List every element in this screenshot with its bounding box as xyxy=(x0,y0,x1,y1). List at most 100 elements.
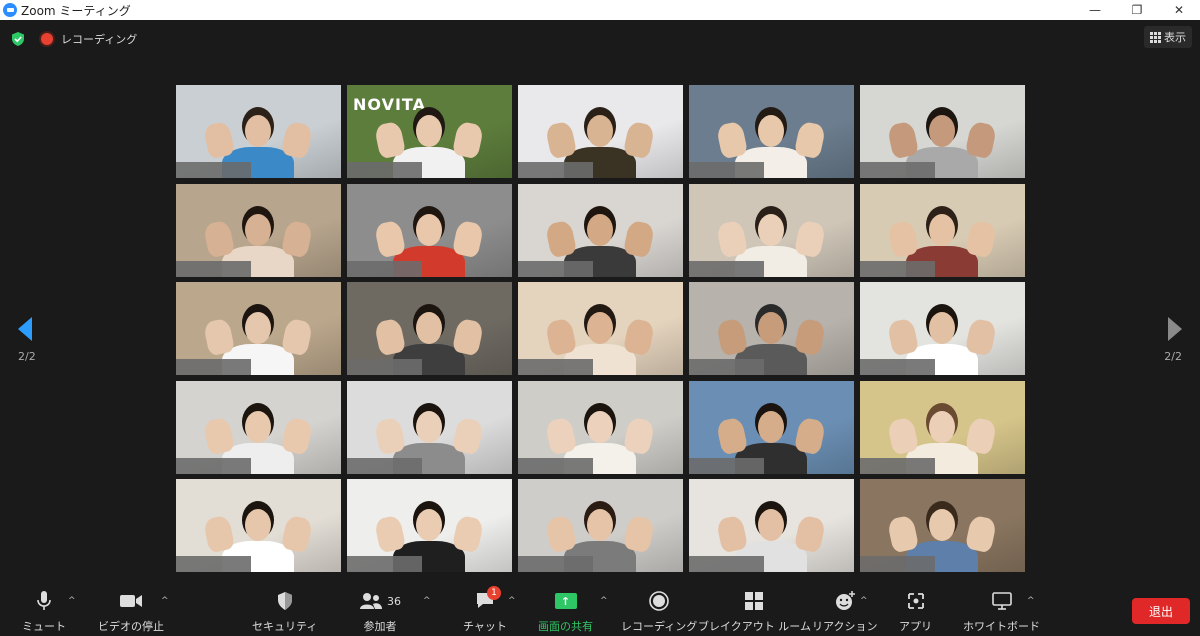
participant-video-tile[interactable] xyxy=(860,479,1025,572)
next-page-arrow-icon[interactable] xyxy=(1166,316,1184,342)
security-button[interactable]: セキュリティ xyxy=(252,590,317,634)
participant-face xyxy=(587,115,613,147)
participant-name-plate xyxy=(176,359,251,375)
reactions-options-caret-icon[interactable]: ^ xyxy=(860,596,868,606)
participant-video-tile[interactable] xyxy=(176,479,341,572)
close-button[interactable]: ✕ xyxy=(1158,0,1200,20)
whiteboard-options-caret-icon[interactable]: ^ xyxy=(1027,596,1035,606)
participant-video-tile[interactable] xyxy=(860,183,1025,277)
participant-face xyxy=(416,410,442,443)
record-button[interactable]: レコーディング xyxy=(621,590,697,634)
participant-video-tile[interactable] xyxy=(176,85,341,178)
participant-name-plate xyxy=(860,359,935,375)
chat-options-caret-icon[interactable]: ^ xyxy=(508,596,516,606)
reactions-smiley-icon xyxy=(835,591,855,610)
share-screen-button[interactable]: ↑ 画面の共有 xyxy=(538,590,593,634)
participant-face xyxy=(416,213,442,246)
participant-video-tile[interactable] xyxy=(860,282,1025,375)
reactions-label: リアクション xyxy=(812,620,878,633)
stop-video-button[interactable]: ビデオの停止 xyxy=(98,590,164,634)
participant-name-plate xyxy=(347,260,422,277)
participant-video-tile[interactable] xyxy=(518,183,683,277)
grid-view-icon xyxy=(1150,32,1161,43)
video-options-caret-icon[interactable]: ^ xyxy=(161,596,169,606)
page-indicator-right: 2/2 xyxy=(1164,350,1182,363)
participant-face xyxy=(758,509,784,541)
participant-video-tile[interactable] xyxy=(689,479,854,572)
participant-face xyxy=(758,410,784,443)
participant-video-tile[interactable] xyxy=(689,85,854,178)
participant-name-plate xyxy=(860,162,935,178)
participant-name-plate xyxy=(518,457,593,474)
participant-video-tile[interactable] xyxy=(347,183,512,277)
restore-button[interactable]: ❐ xyxy=(1116,0,1158,20)
participant-name-plate xyxy=(347,359,422,375)
participant-video-tile[interactable] xyxy=(176,380,341,474)
view-button[interactable]: 表示 xyxy=(1144,26,1192,48)
participants-button[interactable]: 36 参加者 xyxy=(359,590,401,634)
participant-video-tile[interactable] xyxy=(518,282,683,375)
leave-meeting-button[interactable]: 退出 xyxy=(1132,598,1190,624)
previous-page-arrow-icon[interactable] xyxy=(16,316,34,342)
participant-face xyxy=(245,312,271,344)
breakout-rooms-button[interactable]: ブレイクアウト ルーム xyxy=(698,590,811,634)
whiteboard-label: ホワイトボード xyxy=(963,620,1040,633)
participant-video-tile[interactable] xyxy=(347,479,512,572)
chat-unread-badge: 1 xyxy=(486,586,501,600)
meeting-toolbar: ミュート ^ ビデオの停止 ^ セキュリティ 36 参加者 ^ 1 チャット ^… xyxy=(0,584,1200,636)
participant-video-tile[interactable]: NOVITA xyxy=(347,85,512,178)
stop-video-label: ビデオの停止 xyxy=(98,620,164,633)
participant-video-tile[interactable] xyxy=(518,85,683,178)
participant-video-tile[interactable] xyxy=(518,479,683,572)
participant-face xyxy=(416,509,442,541)
participant-name-plate xyxy=(176,260,251,277)
minimize-button[interactable]: — xyxy=(1074,0,1116,20)
participant-name-plate xyxy=(689,260,764,277)
participant-face xyxy=(929,509,955,541)
participant-name-plate xyxy=(689,359,764,375)
breakout-rooms-icon xyxy=(745,592,764,610)
window-title: Zoom ミーティング xyxy=(21,3,131,18)
participant-video-tile[interactable] xyxy=(176,183,341,277)
chat-button[interactable]: 1 チャット xyxy=(463,586,507,634)
participant-name-plate xyxy=(176,556,251,572)
participant-video-tile[interactable] xyxy=(860,85,1025,178)
participant-face xyxy=(587,213,613,246)
participant-name-plate xyxy=(689,162,764,178)
microphone-icon xyxy=(37,591,51,610)
participant-face xyxy=(758,213,784,246)
participant-name-plate xyxy=(176,457,251,474)
participant-video-tile[interactable] xyxy=(347,380,512,474)
participant-video-tile[interactable] xyxy=(518,380,683,474)
participant-face xyxy=(758,312,784,344)
page-indicator-left: 2/2 xyxy=(18,350,36,363)
participant-name-plate xyxy=(860,457,935,474)
record-label: レコーディング xyxy=(621,620,698,633)
participant-video-tile[interactable] xyxy=(347,282,512,375)
participant-face xyxy=(929,213,955,246)
participant-video-tile[interactable] xyxy=(689,380,854,474)
participant-name-plate xyxy=(518,556,593,572)
video-camera-icon xyxy=(120,595,142,607)
participant-name-plate xyxy=(860,260,935,277)
participant-video-tile[interactable] xyxy=(689,183,854,277)
apps-icon xyxy=(907,593,924,609)
window-title-bar: Zoom ミーティング — ❐ ✕ xyxy=(0,0,1200,20)
breakout-rooms-label: ブレイクアウト ルーム xyxy=(698,620,811,633)
participant-video-tile[interactable] xyxy=(689,282,854,375)
audio-options-caret-icon[interactable]: ^ xyxy=(68,596,76,606)
participant-name-plate xyxy=(347,556,422,572)
participant-video-tile[interactable] xyxy=(176,282,341,375)
security-shield-icon[interactable] xyxy=(11,32,25,46)
participant-face xyxy=(587,509,613,541)
reactions-button[interactable]: リアクション xyxy=(812,590,877,634)
participant-count: 36 xyxy=(387,594,401,608)
mute-button[interactable]: ミュート xyxy=(22,590,66,634)
security-label: セキュリティ xyxy=(252,620,318,633)
share-options-caret-icon[interactable]: ^ xyxy=(600,596,608,606)
participant-face xyxy=(245,213,271,246)
participants-options-caret-icon[interactable]: ^ xyxy=(423,596,431,606)
participant-face xyxy=(929,312,955,344)
apps-button[interactable]: アプリ xyxy=(899,590,932,634)
participant-video-tile[interactable] xyxy=(860,380,1025,474)
